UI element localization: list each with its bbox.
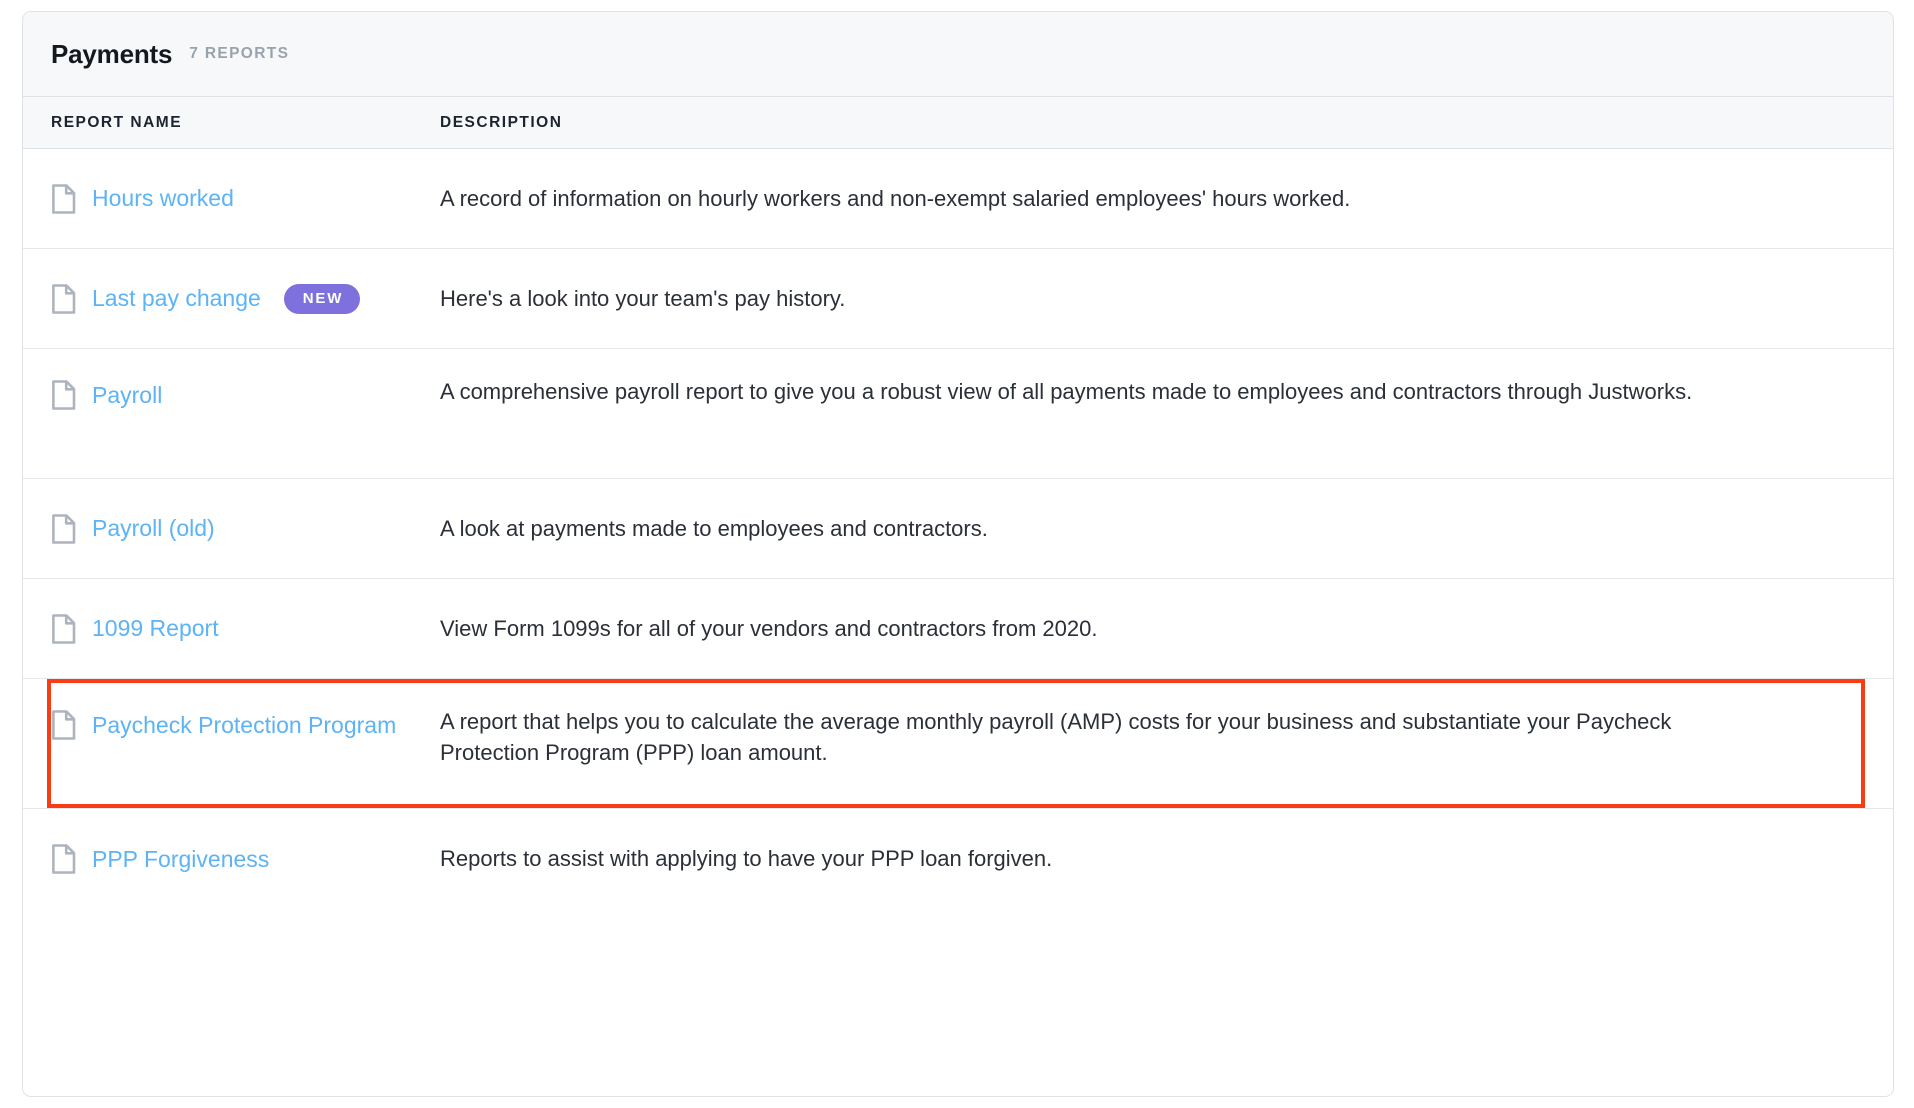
new-badge: NEW xyxy=(283,283,361,314)
report-link[interactable]: Last pay change xyxy=(92,287,261,310)
page-root: Payments 7 REPORTS REPORT NAME DESCRIPTI… xyxy=(0,0,1914,1108)
table-row[interactable]: PPP Forgiveness Reports to assist with ap… xyxy=(23,809,1893,909)
table-row[interactable]: Payroll (old) A look at payments made to … xyxy=(23,479,1893,579)
column-header-description: DESCRIPTION xyxy=(440,113,563,131)
report-description: View Form 1099s for all of your vendors … xyxy=(440,615,1098,641)
cell-description: A look at payments made to employees and… xyxy=(440,479,1893,578)
table-row[interactable]: Paycheck Protection Program A report that… xyxy=(23,679,1893,809)
column-header-report-name: REPORT NAME xyxy=(51,113,183,131)
cell-report-name: Payroll (old) xyxy=(23,479,440,578)
document-icon xyxy=(51,513,92,544)
cell-report-name: Payroll xyxy=(23,349,440,478)
cell-description: A record of information on hourly worker… xyxy=(440,149,1893,248)
report-name-group: Hours worked xyxy=(51,183,234,214)
table-row[interactable]: Last pay change NEW Here's a look into you… xyxy=(23,249,1893,349)
report-description: Reports to assist with applying to have … xyxy=(440,846,1053,872)
page-title: Payments xyxy=(51,38,173,69)
cell-report-name: PPP Forgiveness xyxy=(23,809,440,909)
report-name-group: PPP Forgiveness xyxy=(51,844,269,874)
report-name-group: 1099 Report xyxy=(51,613,219,644)
report-description: A report that helps you to calculate the… xyxy=(440,709,1672,766)
document-icon xyxy=(51,710,92,740)
document-icon xyxy=(51,613,92,644)
document-icon xyxy=(51,380,92,410)
table-column-header-row: REPORT NAME DESCRIPTION xyxy=(23,97,1893,149)
report-link[interactable]: Paycheck Protection Program xyxy=(92,713,396,737)
table-row[interactable]: Payroll A comprehensive payroll report to… xyxy=(23,349,1893,479)
report-count-label: 7 REPORTS xyxy=(189,45,290,62)
report-link[interactable]: Hours worked xyxy=(92,187,234,210)
document-icon xyxy=(51,183,92,214)
payments-reports-card: Payments 7 REPORTS REPORT NAME DESCRIPTI… xyxy=(22,11,1894,1097)
report-name-group: Payroll xyxy=(51,380,162,410)
report-link[interactable]: Payroll (old) xyxy=(92,517,215,540)
document-icon xyxy=(51,283,92,314)
cell-report-name: 1099 Report xyxy=(23,579,440,678)
cell-report-name: Last pay change NEW xyxy=(23,249,440,348)
report-link[interactable]: Payroll xyxy=(92,383,162,407)
cell-description: Reports to assist with applying to have … xyxy=(440,809,1893,909)
report-description: A comprehensive payroll report to give y… xyxy=(440,379,1693,404)
cell-report-name: Paycheck Protection Program xyxy=(23,679,440,808)
cell-description: Here's a look into your team's pay histo… xyxy=(440,249,1893,348)
cell-report-name: Hours worked xyxy=(23,149,440,248)
report-name-group: Last pay change NEW xyxy=(51,283,361,314)
report-link[interactable]: PPP Forgiveness xyxy=(92,847,269,871)
report-description: A record of information on hourly worker… xyxy=(440,185,1351,211)
report-name-group: Payroll (old) xyxy=(51,513,215,544)
reports-table-body: Hours worked A record of information on h… xyxy=(23,149,1893,909)
report-description: Here's a look into your team's pay histo… xyxy=(440,285,846,311)
table-row[interactable]: 1099 Report View Form 1099s for all of yo… xyxy=(23,579,1893,679)
report-description: A look at payments made to employees and… xyxy=(440,515,988,541)
cell-description: View Form 1099s for all of your vendors … xyxy=(440,579,1893,678)
table-row[interactable]: Hours worked A record of information on h… xyxy=(23,149,1893,249)
report-name-group: Paycheck Protection Program xyxy=(51,710,396,740)
report-link[interactable]: 1099 Report xyxy=(92,617,219,640)
card-header: Payments 7 REPORTS xyxy=(23,12,1893,97)
document-icon xyxy=(51,844,92,874)
